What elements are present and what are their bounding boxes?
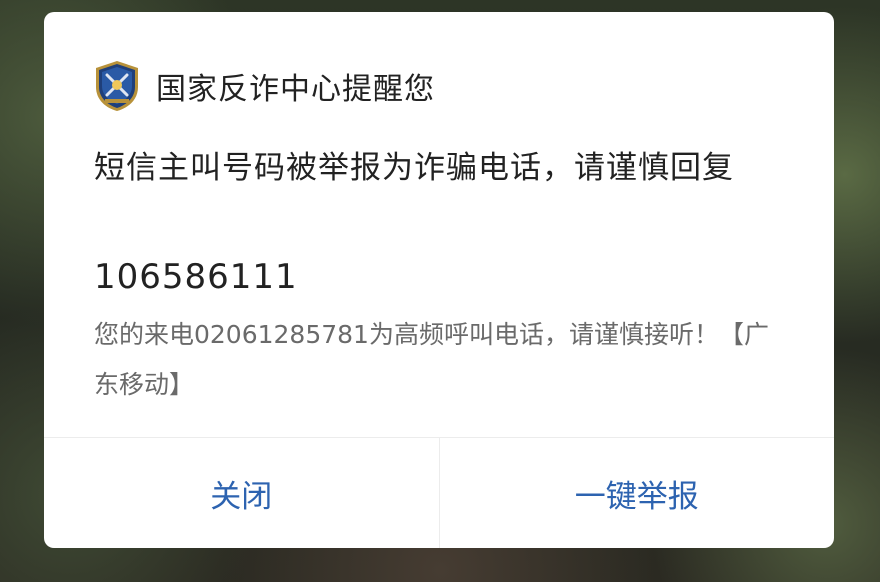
shield-badge-icon	[96, 61, 138, 111]
anti-fraud-alert-dialog: 国家反诈中心提醒您 短信主叫号码被举报为诈骗电话，请谨慎回复 106586111…	[44, 12, 834, 548]
alert-headline: 短信主叫号码被举报为诈骗电话，请谨慎回复	[94, 150, 734, 186]
dialog-title: 国家反诈中心提醒您	[156, 72, 435, 107]
dialog-actions: 关闭 一键举报	[44, 437, 834, 548]
close-button-label: 关闭	[210, 479, 273, 515]
alert-detail-text: 您的来电02061285781为高频呼叫电话，请谨慎接听！【广东移动】	[94, 320, 769, 399]
close-button[interactable]: 关闭	[44, 438, 439, 548]
one-click-report-button[interactable]: 一键举报	[440, 438, 835, 548]
report-button-label: 一键举报	[574, 479, 699, 515]
dialog-header: 国家反诈中心提醒您	[92, 56, 435, 116]
sender-number: 106586111	[94, 257, 298, 297]
